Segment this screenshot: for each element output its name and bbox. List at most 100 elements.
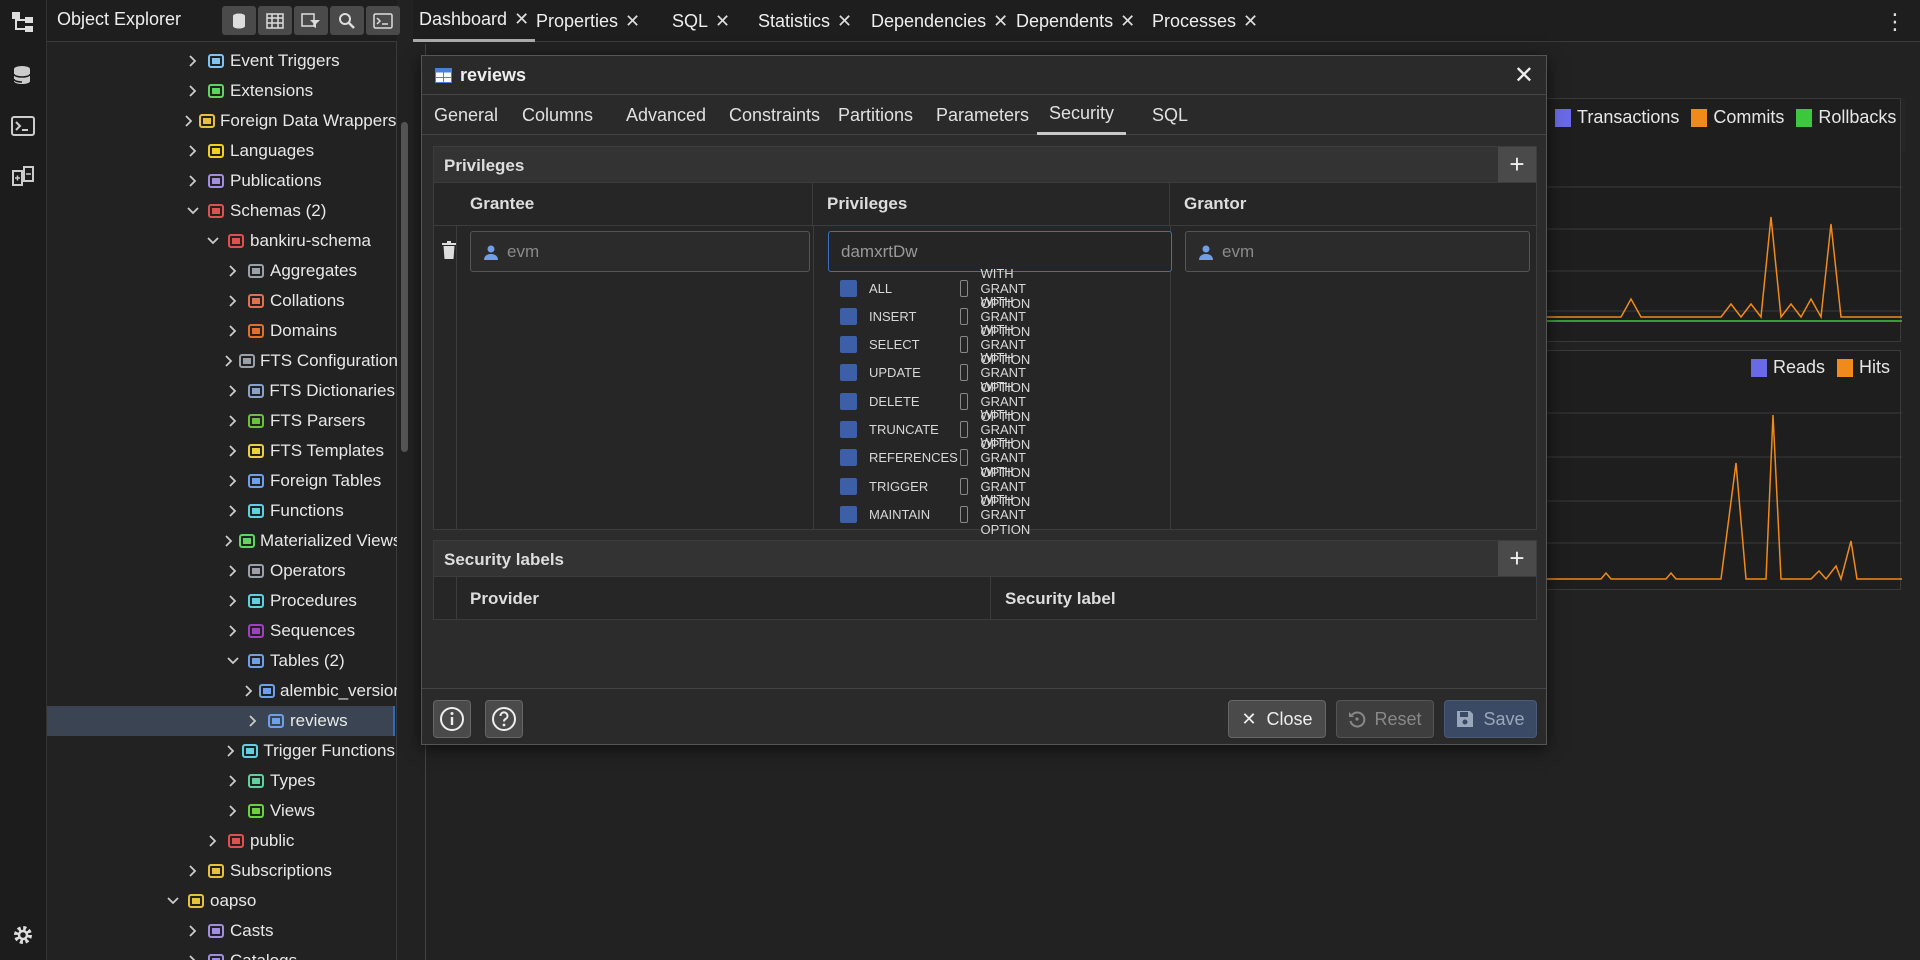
tab-close-icon[interactable]: ✕ <box>1120 11 1135 32</box>
tree-item[interactable]: Collations <box>47 286 395 316</box>
chevron-right-icon[interactable] <box>185 143 201 159</box>
chevron-right-icon[interactable] <box>225 263 241 279</box>
tab-close-icon[interactable]: ✕ <box>993 11 1008 32</box>
tree-item[interactable]: Functions <box>47 496 395 526</box>
tree-item[interactable]: reviews <box>47 706 395 736</box>
chevron-right-icon[interactable] <box>185 953 201 960</box>
chevron-right-icon[interactable] <box>185 173 201 189</box>
help-button[interactable] <box>485 700 523 738</box>
tree-item[interactable]: Event Triggers <box>47 46 395 76</box>
chevron-right-icon[interactable] <box>225 503 241 519</box>
chevron-right-icon[interactable] <box>225 533 233 549</box>
chevron-right-icon[interactable] <box>225 383 241 399</box>
chevron-down-icon[interactable] <box>225 653 241 669</box>
tab-dashboard[interactable]: Dashboard ✕ <box>413 0 536 42</box>
dialog-tab-advanced[interactable]: Advanced <box>614 95 718 135</box>
object-explorer-scrollbar[interactable] <box>401 122 408 452</box>
tree-item[interactable]: Extensions <box>47 76 395 106</box>
tree-item[interactable]: Catalogs <box>47 946 395 960</box>
tree-item[interactable]: Trigger Functions <box>47 736 395 766</box>
grantor-select[interactable]: evm <box>1185 231 1530 272</box>
tree-item[interactable]: FTS Templates <box>47 436 395 466</box>
tree-item[interactable]: alembic_version <box>47 676 397 706</box>
tree-item[interactable]: FTS Parsers <box>47 406 395 436</box>
add-privilege-button[interactable]: + <box>1498 147 1536 182</box>
tree-item[interactable]: Tables (2) <box>47 646 395 676</box>
chevron-down-icon[interactable] <box>185 203 201 219</box>
chevron-right-icon[interactable] <box>225 563 241 579</box>
psql-tool-button[interactable] <box>366 6 400 35</box>
tree-item[interactable]: Aggregates <box>47 256 395 286</box>
close-button[interactable]: ✕ Close <box>1228 700 1326 738</box>
privilege-checkbox[interactable] <box>840 307 857 325</box>
chevron-right-icon[interactable] <box>225 413 241 429</box>
dialog-tab-sql[interactable]: SQL <box>1140 95 1200 135</box>
privilege-checkbox[interactable] <box>840 477 857 495</box>
chevron-right-icon[interactable] <box>225 353 233 369</box>
tab-close-icon[interactable]: ✕ <box>1243 11 1258 32</box>
tree-item[interactable]: Materialized Views <box>47 526 397 556</box>
tab-close-icon[interactable]: ✕ <box>715 11 730 32</box>
more-options-icon[interactable]: ⋮ <box>1884 9 1906 35</box>
search-objects-button[interactable] <box>330 6 364 35</box>
query-tool-icon[interactable] <box>9 112 37 140</box>
chevron-right-icon[interactable] <box>225 623 241 639</box>
privilege-checkbox[interactable] <box>840 364 857 382</box>
tab-dependents[interactable]: Dependents ✕ <box>1010 0 1141 42</box>
tree-item[interactable]: FTS Dictionaries <box>47 376 395 406</box>
chevron-right-icon[interactable] <box>185 863 201 879</box>
tab-close-icon[interactable]: ✕ <box>625 11 640 32</box>
tab-sql[interactable]: SQL ✕ <box>666 0 736 42</box>
query-tool-button[interactable] <box>222 6 256 35</box>
chevron-right-icon[interactable] <box>225 443 241 459</box>
grantee-select[interactable]: evm <box>470 231 810 272</box>
tab-properties[interactable]: Properties ✕ <box>530 0 646 42</box>
reset-button[interactable]: Reset <box>1336 700 1434 738</box>
chevron-right-icon[interactable] <box>225 593 241 609</box>
tree-item[interactable]: Foreign Data Wrappers <box>47 106 396 136</box>
view-data-button[interactable] <box>258 6 292 35</box>
info-button[interactable] <box>433 700 471 738</box>
chevron-right-icon[interactable] <box>225 803 241 819</box>
tree-item[interactable]: Publications <box>47 166 395 196</box>
save-button[interactable]: Save <box>1444 700 1537 738</box>
chevron-right-icon[interactable] <box>185 53 201 69</box>
tree-item[interactable]: Operators <box>47 556 395 586</box>
with-grant-option-checkbox[interactable] <box>960 505 969 523</box>
chevron-down-icon[interactable] <box>165 893 181 909</box>
tree-item[interactable]: Sequences <box>47 616 395 646</box>
dialog-tab-partitions[interactable]: Partitions <box>826 95 925 135</box>
tab-close-icon[interactable]: ✕ <box>837 11 852 32</box>
dialog-tab-general[interactable]: General <box>422 95 510 135</box>
filter-rows-button[interactable] <box>294 6 328 35</box>
dialog-close-icon[interactable]: ✕ <box>1514 61 1534 90</box>
tab-processes[interactable]: Processes ✕ <box>1146 0 1264 42</box>
tab-statistics[interactable]: Statistics ✕ <box>752 0 858 42</box>
chevron-right-icon[interactable] <box>225 323 241 339</box>
tree-item[interactable]: FTS Configurations <box>47 346 397 376</box>
add-security-label-button[interactable]: + <box>1498 541 1536 576</box>
tree-item[interactable]: Subscriptions <box>47 856 395 886</box>
privilege-checkbox[interactable] <box>840 449 857 467</box>
tree-item[interactable]: Procedures <box>47 586 395 616</box>
tree-item[interactable]: Casts <box>47 916 395 946</box>
privilege-checkbox[interactable] <box>840 421 857 438</box>
database-icon[interactable] <box>9 62 37 90</box>
object-explorer-icon[interactable] <box>9 8 37 36</box>
tree-item[interactable]: Types <box>47 766 395 796</box>
tree-item[interactable]: Domains <box>47 316 395 346</box>
delete-row-trash-icon[interactable] <box>442 241 456 264</box>
privilege-checkbox[interactable] <box>840 505 857 523</box>
chevron-right-icon[interactable] <box>185 83 201 99</box>
dialog-tab-columns[interactable]: Columns <box>510 95 605 135</box>
tree-item[interactable]: Views <box>47 796 395 826</box>
tree-item[interactable]: Foreign Tables <box>47 466 395 496</box>
chevron-right-icon[interactable] <box>205 833 221 849</box>
dialog-title-bar[interactable]: reviews ✕ <box>422 56 1546 95</box>
tree-item[interactable]: Schemas (2) <box>47 196 395 226</box>
dialog-tab-security[interactable]: Security <box>1037 95 1127 135</box>
chevron-right-icon[interactable] <box>225 293 241 309</box>
tree-item[interactable]: bankiru-schema <box>47 226 395 256</box>
privilege-checkbox[interactable] <box>840 336 857 354</box>
chevron-right-icon[interactable] <box>245 713 261 729</box>
